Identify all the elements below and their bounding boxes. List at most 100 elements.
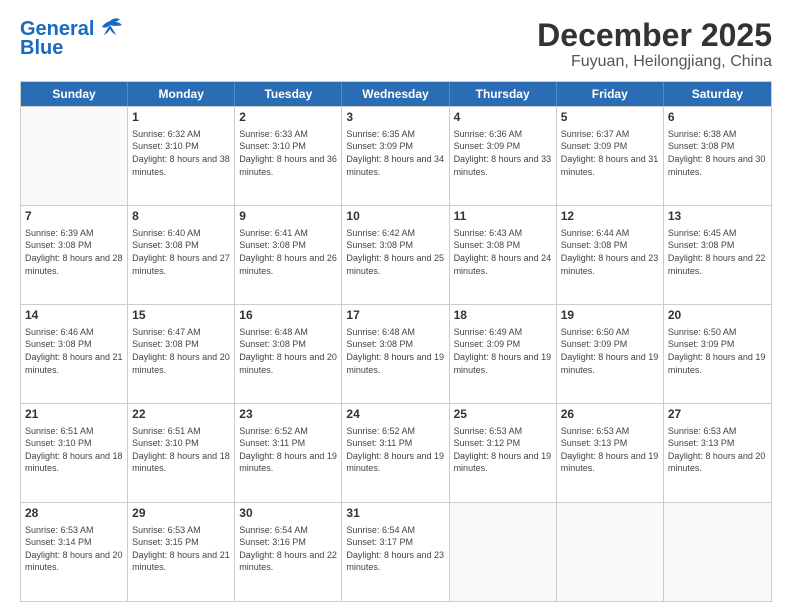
day-info: Sunrise: 6:40 AMSunset: 3:08 PMDaylight:… [132, 227, 230, 277]
day-cell-w3-d2: 15 Sunrise: 6:47 AMSunset: 3:08 PMDayligh… [128, 305, 235, 403]
day-info: Sunrise: 6:53 AMSunset: 3:13 PMDaylight:… [668, 425, 767, 475]
day-info: Sunrise: 6:44 AMSunset: 3:08 PMDaylight:… [561, 227, 659, 277]
header-tuesday: Tuesday [235, 82, 342, 106]
day-cell-w2-d3: 9 Sunrise: 6:41 AMSunset: 3:08 PMDaylight… [235, 206, 342, 304]
day-cell-w3-d3: 16 Sunrise: 6:48 AMSunset: 3:08 PMDayligh… [235, 305, 342, 403]
logo: General Blue [20, 18, 124, 60]
day-info: Sunrise: 6:48 AMSunset: 3:08 PMDaylight:… [239, 326, 337, 376]
day-number: 18 [454, 308, 552, 324]
day-info: Sunrise: 6:47 AMSunset: 3:08 PMDaylight:… [132, 326, 230, 376]
day-number: 2 [239, 110, 337, 126]
day-number: 20 [668, 308, 767, 324]
calendar: Sunday Monday Tuesday Wednesday Thursday… [20, 81, 772, 602]
day-number: 4 [454, 110, 552, 126]
day-info: Sunrise: 6:42 AMSunset: 3:08 PMDaylight:… [346, 227, 444, 277]
title-block: December 2025 Fuyuan, Heilongjiang, Chin… [537, 18, 772, 71]
day-cell-w3-d6: 19Sunrise: 6:50 AMSunset: 3:09 PMDayligh… [557, 305, 664, 403]
day-number: 7 [25, 209, 123, 225]
day-cell-w5-d5 [450, 503, 557, 601]
day-number: 27 [668, 407, 767, 423]
calendar-body: 1 Sunrise: 6:32 AMSunset: 3:10 PMDaylight… [21, 106, 771, 601]
location-subtitle: Fuyuan, Heilongjiang, China [537, 53, 772, 71]
day-number: 29 [132, 506, 230, 522]
day-info: Sunrise: 6:50 AMSunset: 3:09 PMDaylight:… [668, 326, 767, 376]
day-cell-w1-d2: 1 Sunrise: 6:32 AMSunset: 3:10 PMDaylight… [128, 107, 235, 205]
day-cell-w4-d3: 23Sunrise: 6:52 AMSunset: 3:11 PMDayligh… [235, 404, 342, 502]
day-number: 28 [25, 506, 123, 522]
calendar-header: Sunday Monday Tuesday Wednesday Thursday… [21, 82, 771, 106]
day-number: 10 [346, 209, 444, 225]
header-wednesday: Wednesday [342, 82, 449, 106]
day-cell-w5-d7 [664, 503, 771, 601]
day-number: 12 [561, 209, 659, 225]
week-row-4: 21 Sunrise: 6:51 AMSunset: 3:10 PMDayligh… [21, 403, 771, 502]
day-number: 26 [561, 407, 659, 423]
day-info: Sunrise: 6:35 AMSunset: 3:09 PMDaylight:… [346, 128, 444, 178]
day-info: Sunrise: 6:38 AMSunset: 3:08 PMDaylight:… [668, 128, 767, 178]
day-number: 9 [239, 209, 337, 225]
day-info: Sunrise: 6:53 AMSunset: 3:12 PMDaylight:… [454, 425, 552, 475]
day-cell-w5-d4: 31 Sunrise: 6:54 AMSunset: 3:17 PMDayligh… [342, 503, 449, 601]
day-info: Sunrise: 6:51 AMSunset: 3:10 PMDaylight:… [132, 425, 230, 475]
day-cell-w4-d7: 27 Sunrise: 6:53 AMSunset: 3:13 PMDayligh… [664, 404, 771, 502]
day-number: 15 [132, 308, 230, 324]
header-monday: Monday [128, 82, 235, 106]
day-number: 24 [346, 407, 444, 423]
day-info: Sunrise: 6:36 AMSunset: 3:09 PMDaylight:… [454, 128, 552, 178]
day-cell-w5-d2: 29Sunrise: 6:53 AMSunset: 3:15 PMDayligh… [128, 503, 235, 601]
day-number: 6 [668, 110, 767, 126]
day-cell-w1-d4: 3Sunrise: 6:35 AMSunset: 3:09 PMDaylight… [342, 107, 449, 205]
day-number: 31 [346, 506, 444, 522]
day-cell-w4-d4: 24 Sunrise: 6:52 AMSunset: 3:11 PMDayligh… [342, 404, 449, 502]
day-info: Sunrise: 6:53 AMSunset: 3:14 PMDaylight:… [25, 524, 123, 574]
day-info: Sunrise: 6:32 AMSunset: 3:10 PMDaylight:… [132, 128, 230, 178]
day-cell-w1-d3: 2Sunrise: 6:33 AMSunset: 3:10 PMDaylight… [235, 107, 342, 205]
day-cell-w4-d1: 21Sunrise: 6:51 AMSunset: 3:10 PMDayligh… [21, 404, 128, 502]
week-row-1: 1 Sunrise: 6:32 AMSunset: 3:10 PMDaylight… [21, 106, 771, 205]
day-number: 1 [132, 110, 230, 126]
day-cell-w1-d6: 5Sunrise: 6:37 AMSunset: 3:09 PMDaylight… [557, 107, 664, 205]
header-saturday: Saturday [664, 82, 771, 106]
day-number: 22 [132, 407, 230, 423]
month-year-title: December 2025 [537, 18, 772, 53]
logo-blue-text: Blue [20, 37, 63, 60]
day-cell-w2-d2: 8 Sunrise: 6:40 AMSunset: 3:08 PMDaylight… [128, 206, 235, 304]
day-info: Sunrise: 6:43 AMSunset: 3:08 PMDaylight:… [454, 227, 552, 277]
header: General Blue December 2025 Fuyuan, Heilo… [20, 18, 772, 71]
day-cell-w4-d6: 26Sunrise: 6:53 AMSunset: 3:13 PMDayligh… [557, 404, 664, 502]
day-number: 30 [239, 506, 337, 522]
day-info: Sunrise: 6:48 AMSunset: 3:08 PMDaylight:… [346, 326, 444, 376]
day-info: Sunrise: 6:37 AMSunset: 3:09 PMDaylight:… [561, 128, 659, 178]
day-cell-w5-d1: 28 Sunrise: 6:53 AMSunset: 3:14 PMDayligh… [21, 503, 128, 601]
day-number: 14 [25, 308, 123, 324]
day-info: Sunrise: 6:45 AMSunset: 3:08 PMDaylight:… [668, 227, 767, 277]
week-row-3: 14 Sunrise: 6:46 AMSunset: 3:08 PMDayligh… [21, 304, 771, 403]
day-info: Sunrise: 6:41 AMSunset: 3:08 PMDaylight:… [239, 227, 337, 277]
day-info: Sunrise: 6:52 AMSunset: 3:11 PMDaylight:… [346, 425, 444, 475]
day-number: 8 [132, 209, 230, 225]
day-info: Sunrise: 6:54 AMSunset: 3:17 PMDaylight:… [346, 524, 444, 574]
day-cell-w4-d2: 22 Sunrise: 6:51 AMSunset: 3:10 PMDayligh… [128, 404, 235, 502]
day-cell-w2-d4: 10 Sunrise: 6:42 AMSunset: 3:08 PMDayligh… [342, 206, 449, 304]
day-number: 17 [346, 308, 444, 324]
header-sunday: Sunday [21, 82, 128, 106]
day-cell-w2-d7: 13 Sunrise: 6:45 AMSunset: 3:08 PMDayligh… [664, 206, 771, 304]
page: General Blue December 2025 Fuyuan, Heilo… [0, 0, 792, 612]
day-cell-w2-d5: 11Sunrise: 6:43 AMSunset: 3:08 PMDayligh… [450, 206, 557, 304]
day-info: Sunrise: 6:49 AMSunset: 3:09 PMDaylight:… [454, 326, 552, 376]
day-number: 21 [25, 407, 123, 423]
week-row-5: 28 Sunrise: 6:53 AMSunset: 3:14 PMDayligh… [21, 502, 771, 601]
day-number: 13 [668, 209, 767, 225]
day-cell-w2-d1: 7 Sunrise: 6:39 AMSunset: 3:08 PMDaylight… [21, 206, 128, 304]
day-cell-w3-d7: 20 Sunrise: 6:50 AMSunset: 3:09 PMDayligh… [664, 305, 771, 403]
day-info: Sunrise: 6:46 AMSunset: 3:08 PMDaylight:… [25, 326, 123, 376]
day-cell-w4-d5: 25Sunrise: 6:53 AMSunset: 3:12 PMDayligh… [450, 404, 557, 502]
day-cell-w1-d5: 4 Sunrise: 6:36 AMSunset: 3:09 PMDaylight… [450, 107, 557, 205]
day-info: Sunrise: 6:39 AMSunset: 3:08 PMDaylight:… [25, 227, 123, 277]
week-row-2: 7 Sunrise: 6:39 AMSunset: 3:08 PMDaylight… [21, 205, 771, 304]
day-info: Sunrise: 6:50 AMSunset: 3:09 PMDaylight:… [561, 326, 659, 376]
day-cell-w3-d5: 18 Sunrise: 6:49 AMSunset: 3:09 PMDayligh… [450, 305, 557, 403]
header-thursday: Thursday [450, 82, 557, 106]
day-cell-w2-d6: 12 Sunrise: 6:44 AMSunset: 3:08 PMDayligh… [557, 206, 664, 304]
day-number: 16 [239, 308, 337, 324]
